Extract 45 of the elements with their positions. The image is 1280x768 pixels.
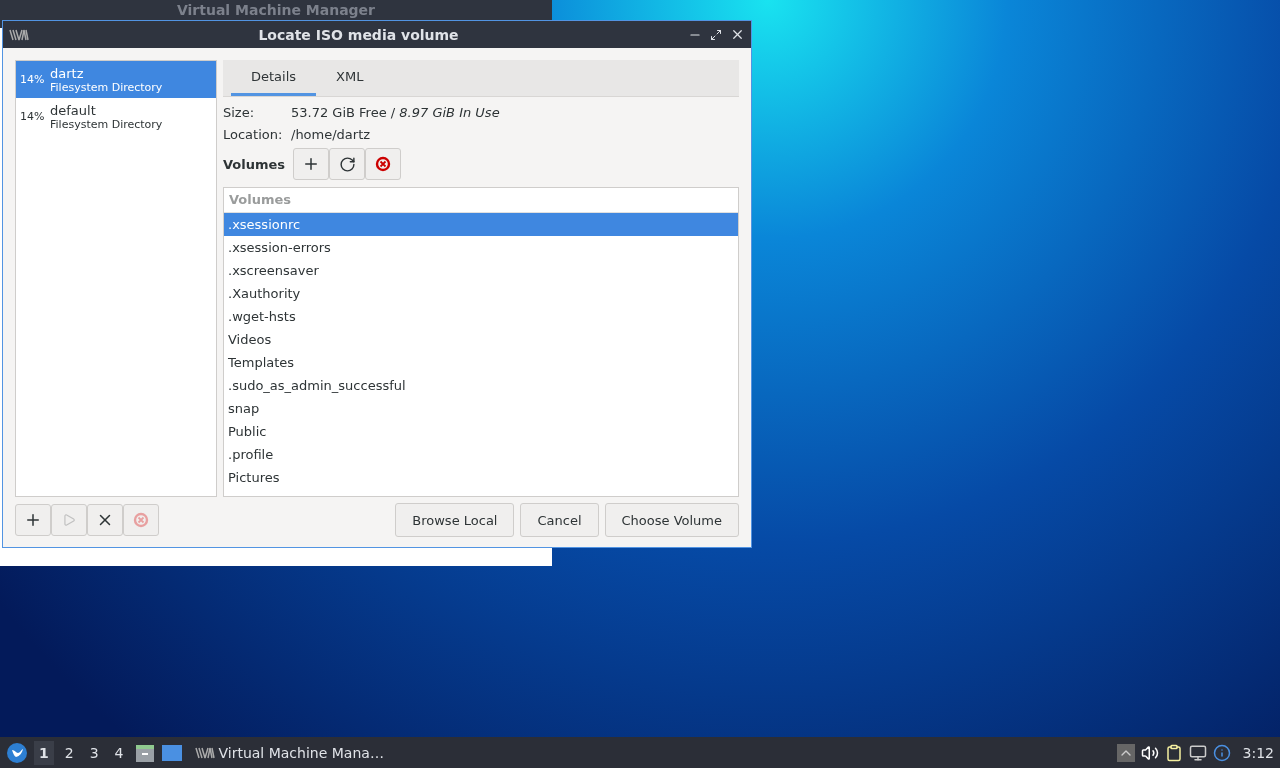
location-value: /home/dartz: [291, 126, 371, 142]
file-cabinet-icon[interactable]: [134, 742, 155, 763]
location-label: Location:: [223, 126, 283, 142]
plus-icon: [24, 511, 42, 529]
clipboard-icon[interactable]: [1164, 743, 1183, 762]
close-icon[interactable]: [730, 27, 745, 42]
size-label: Size:: [223, 104, 256, 120]
taskbar-window-button[interactable]: Virtual Machine Mana…: [188, 740, 390, 765]
dialog-button[interactable]: Choose Volume: [604, 503, 739, 537]
tab[interactable]: Details: [231, 60, 317, 96]
dialog-button[interactable]: Cancel: [520, 503, 599, 537]
dialog-button[interactable]: Browse Local: [395, 503, 515, 537]
usage-percent: 14%: [20, 73, 46, 86]
maximize-icon[interactable]: [710, 28, 722, 41]
volumes-label: Volumes: [223, 156, 286, 172]
pool-type: Filesystem Directory: [50, 117, 163, 131]
stop-icon: [133, 512, 149, 528]
add-button[interactable]: [15, 504, 51, 536]
size-value: 53.72 GiB Free / 8.97 GiB In Use: [291, 104, 500, 120]
play-icon: [62, 513, 76, 527]
stop-button[interactable]: [87, 504, 123, 536]
pool-name: default: [50, 102, 97, 118]
clock: 3:12: [1242, 744, 1274, 761]
usage-percent: 14%: [20, 110, 46, 123]
stop-icon: [375, 156, 392, 172]
pool-type: Filesystem Directory: [50, 80, 163, 94]
pool-name: dartz: [50, 65, 85, 81]
notification-icon[interactable]: [1212, 743, 1231, 762]
desktop-icon[interactable]: [160, 743, 183, 762]
window-title: Locate ISO media volume: [257, 26, 460, 43]
delete-button[interactable]: [365, 148, 402, 180]
workspace-button[interactable]: 2: [59, 740, 79, 765]
tab[interactable]: XML: [316, 60, 384, 96]
workspace-button[interactable]: 4: [109, 740, 129, 765]
vm-logo-icon: [194, 746, 215, 759]
refresh-icon: [338, 155, 356, 173]
volume-row[interactable]: .xsessionrc: [224, 213, 738, 236]
workspace-button[interactable]: 1: [34, 740, 54, 765]
add-button[interactable]: [293, 148, 330, 180]
start-menu-icon[interactable]: [6, 741, 28, 764]
window-title: Virtual Machine Manager: [176, 1, 376, 20]
vm-logo-icon: [9, 28, 29, 41]
refresh-button[interactable]: [329, 148, 366, 180]
workspace-button[interactable]: 3: [84, 740, 104, 765]
speaker-icon[interactable]: [1140, 743, 1159, 762]
